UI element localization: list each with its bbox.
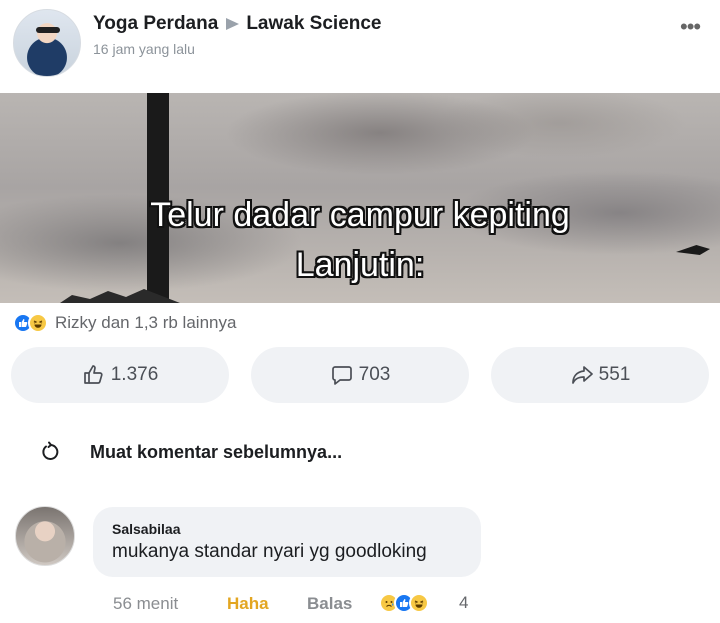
- comment-count: 703: [358, 364, 391, 385]
- haha-icon: [28, 313, 48, 333]
- comment-bubble[interactable]: Salsabilaa mukanya standar nyari yg good…: [93, 507, 481, 577]
- comment-button[interactable]: 703: [251, 347, 469, 403]
- like-count: 1.376: [110, 364, 159, 385]
- comment-reaction-haha-button[interactable]: Haha: [227, 594, 269, 614]
- speech-bubble-icon: [331, 366, 352, 385]
- image-caption-line1: Telur dadar campur kepiting: [150, 196, 570, 234]
- author-avatar[interactable]: [13, 9, 81, 77]
- reactions-summary[interactable]: Rizky dan 1,3 rb lainnya: [13, 313, 236, 333]
- triangle-arrow-icon: [226, 18, 240, 30]
- comment-text: mukanya standar nyari yg goodloking: [112, 541, 427, 562]
- image-caption-line2: Lanjutin:: [295, 246, 425, 284]
- group-name[interactable]: Lawak Science: [246, 13, 381, 35]
- thumbs-up-icon: [83, 365, 103, 384]
- load-previous-comments[interactable]: Muat komentar sebelumnya...: [40, 441, 342, 463]
- share-count: 551: [598, 364, 631, 385]
- comment-reply-button[interactable]: Balas: [307, 594, 352, 614]
- like-button[interactable]: 1.376: [11, 347, 229, 403]
- reactions-summary-text: Rizky dan 1,3 rb lainnya: [55, 313, 237, 332]
- haha-icon: [409, 593, 429, 613]
- share-arrow-icon: [571, 366, 593, 384]
- load-previous-label: Muat komentar sebelumnya...: [90, 441, 343, 462]
- author-name[interactable]: Yoga Perdana: [93, 13, 218, 35]
- post-timestamp[interactable]: 16 jam yang lalu: [93, 41, 195, 57]
- refresh-icon: [42, 441, 59, 460]
- comment-time[interactable]: 56 menit: [113, 594, 178, 614]
- comment-reaction-count: 4: [459, 593, 469, 612]
- post-header: Yoga Perdana Lawak Science: [93, 13, 382, 35]
- more-options-icon[interactable]: •••: [680, 16, 701, 38]
- commenter-avatar[interactable]: [15, 506, 75, 566]
- comment-reactions[interactable]: [379, 593, 429, 613]
- commenter-name[interactable]: Salsabilaa: [112, 521, 481, 537]
- share-button[interactable]: 551: [491, 347, 709, 403]
